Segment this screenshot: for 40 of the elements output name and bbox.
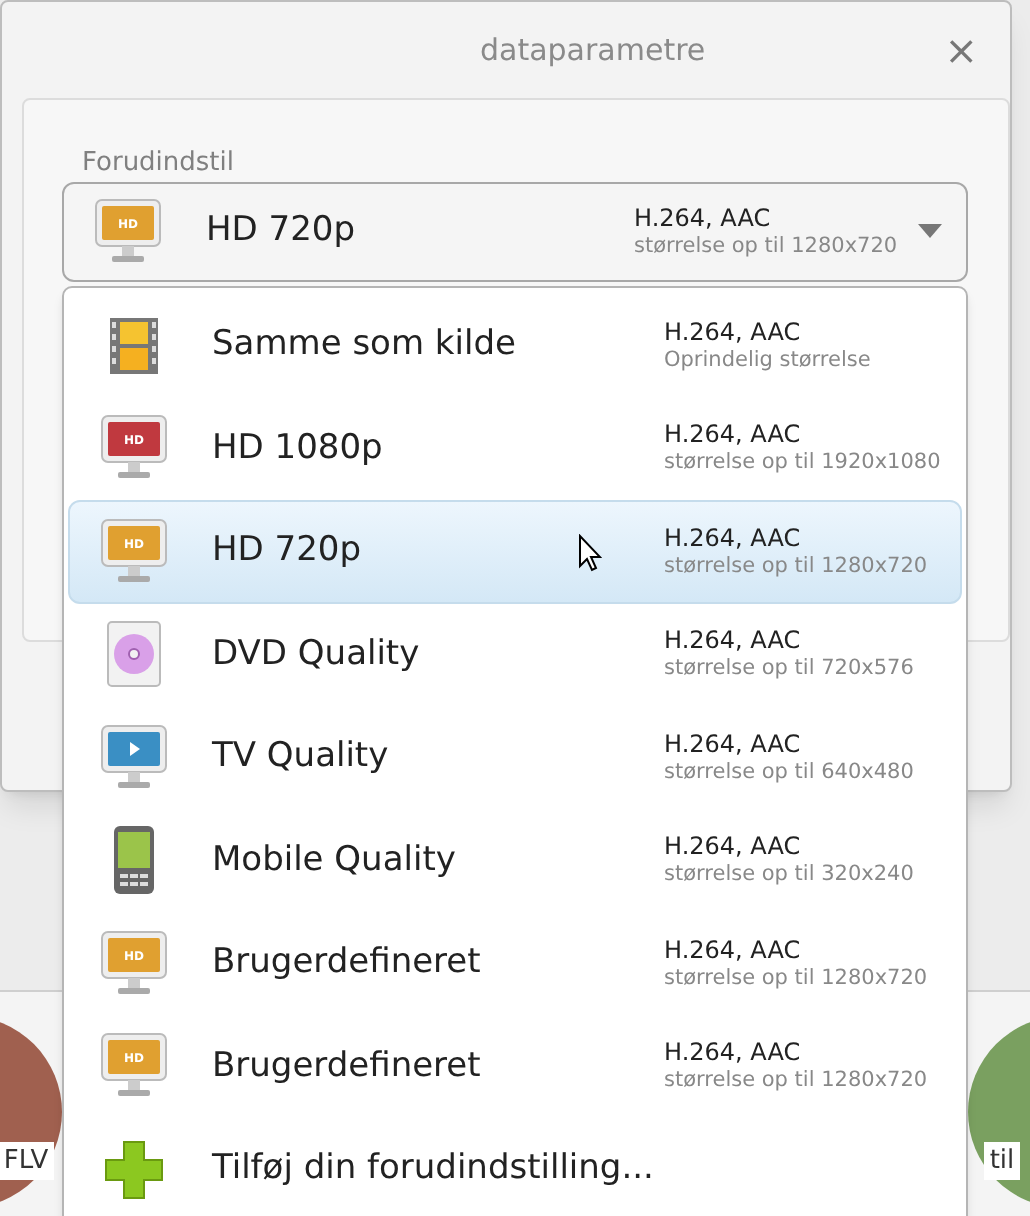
codec-text: H.264, AAC: [664, 626, 803, 657]
codec-text: H.264, AAC: [634, 203, 773, 234]
codec-text: H.264, AAC: [664, 832, 803, 863]
size-text: størrelse op til 320x240: [664, 862, 916, 889]
size-text: størrelse op til 1280x720: [664, 965, 930, 992]
codec-text: H.264, AAC: [664, 935, 803, 966]
app-button-label: FLV: [0, 1141, 55, 1180]
mouse-pointer-icon: [578, 534, 602, 572]
preset-name: Samme som kilde: [212, 322, 516, 368]
dialog-title: dataparametre: [480, 29, 706, 72]
preset-option[interactable]: Tilføj din forudindstilling...: [68, 1118, 962, 1216]
size-text: størrelse op til 1280x720: [634, 233, 900, 261]
codec-text: H.264, AAC: [664, 317, 803, 348]
preset-option[interactable]: DVD Quality H.264, AAC størrelse op til 720x576: [68, 603, 962, 706]
codec-text: H.264, AAC: [664, 420, 803, 451]
size-text: størrelse op til 640x480: [664, 759, 916, 786]
codec-text: H.264, AAC: [664, 1038, 803, 1069]
preset-name: DVD Quality: [212, 631, 420, 677]
preset-name: HD 720p: [212, 528, 362, 574]
codec-text: H.264, AAC: [664, 729, 803, 760]
preset-option[interactable]: Samme som kilde H.264, AAC Oprindelig størrelse: [68, 294, 962, 397]
preset-name: HD 720p: [206, 208, 356, 255]
preset-label: Forudindstil: [82, 148, 235, 178]
preset-name: Brugerdefineret: [212, 1043, 481, 1089]
preset-name: Tilføj din forudindstilling...: [212, 1146, 654, 1192]
monitor-play-icon: [98, 721, 170, 794]
preset-name: Mobile Quality: [212, 837, 456, 883]
size-text: størrelse op til 720x576: [664, 656, 916, 683]
preset-name: HD 1080p: [212, 425, 383, 471]
preset-option[interactable]: Mobile Quality H.264, AAC størrelse op til 320x240: [68, 809, 962, 912]
size-text: størrelse op til 1920x1080: [664, 450, 940, 477]
app-button-label: til: [983, 1141, 1021, 1180]
preset-name: TV Quality: [212, 734, 389, 780]
codec-text: H.264, AAC: [664, 523, 803, 554]
size-text: størrelse op til 1280x720: [664, 553, 930, 580]
size-text: Oprindelig størrelse: [664, 347, 873, 374]
size-text: størrelse op til 1280x720: [664, 1068, 930, 1095]
close-button[interactable]: ×: [944, 30, 978, 70]
preset-option[interactable]: TV Quality H.264, AAC størrelse op til 640x480: [68, 706, 962, 809]
preset-name: Brugerdefineret: [212, 940, 481, 986]
